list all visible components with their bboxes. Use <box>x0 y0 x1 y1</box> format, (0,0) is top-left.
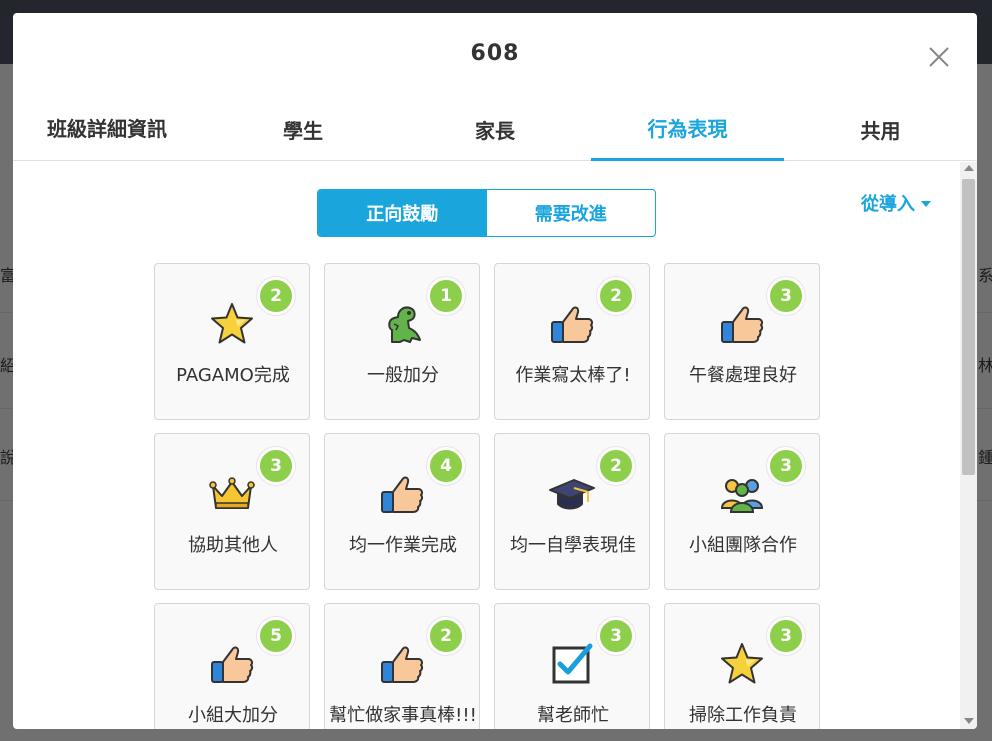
behavior-label: 掃除工作負責 <box>689 705 797 726</box>
modal-tabs: 班級詳細資訊 學生 家長 行為表現 共用 <box>13 97 977 161</box>
star-icon <box>208 300 256 348</box>
behavior-label: 作業寫太棒了! <box>515 365 631 386</box>
behavior-type-toggle: 正向鼓勵 需要改進 <box>317 189 656 237</box>
behavior-card[interactable]: 2 均一自學表現佳 <box>494 433 650 590</box>
close-button[interactable] <box>925 43 953 71</box>
count-badge: 3 <box>767 617 805 655</box>
thumbs-up-icon <box>208 640 256 688</box>
behavior-card[interactable]: 2 PAGAMO完成 <box>154 263 310 420</box>
count-badge: 3 <box>767 447 805 485</box>
graduation-cap-icon <box>548 470 596 518</box>
behavior-label: 幫忙做家事真棒!!! <box>329 705 477 726</box>
thumbs-up-icon <box>378 640 426 688</box>
background-text: 林 <box>978 356 992 375</box>
scrollbar-thumb[interactable] <box>962 179 975 475</box>
close-icon <box>929 47 949 67</box>
scroll-down-arrow-icon[interactable] <box>964 718 974 724</box>
tab-behavior[interactable]: 行為表現 <box>591 97 784 161</box>
behavior-card[interactable]: 3 掃除工作負責 <box>664 603 820 729</box>
behavior-label: 小組團隊合作 <box>689 535 797 556</box>
count-badge: 4 <box>427 447 465 485</box>
behavior-label: 均一作業完成 <box>349 535 457 556</box>
count-badge: 2 <box>257 277 295 315</box>
behavior-card[interactable]: 2 作業寫太棒了! <box>494 263 650 420</box>
count-badge: 3 <box>597 617 635 655</box>
import-dropdown[interactable]: 從導入 <box>861 190 931 216</box>
tab-class-details[interactable]: 班級詳細資訊 <box>47 97 177 161</box>
team-icon <box>718 470 766 518</box>
tab-parents[interactable]: 家長 <box>399 97 591 161</box>
caret-down-icon <box>921 201 931 207</box>
scrollbar[interactable] <box>960 162 977 729</box>
behavior-card[interactable]: 3 協助其他人 <box>154 433 310 590</box>
count-badge: 2 <box>597 447 635 485</box>
crown-icon <box>208 470 256 518</box>
count-badge: 3 <box>767 277 805 315</box>
behavior-label: 均一自學表現佳 <box>510 535 636 556</box>
behavior-card[interactable]: 3 午餐處理良好 <box>664 263 820 420</box>
behavior-card[interactable]: 1 一般加分 <box>324 263 480 420</box>
scroll-up-arrow-icon[interactable] <box>964 165 974 171</box>
checkbox-icon <box>548 640 596 688</box>
tab-students[interactable]: 學生 <box>207 97 399 161</box>
behavior-card[interactable]: 3 小組團隊合作 <box>664 433 820 590</box>
behavior-card[interactable]: 5 小組大加分 <box>154 603 310 729</box>
star-icon <box>718 640 766 688</box>
count-badge: 2 <box>597 277 635 315</box>
count-badge: 3 <box>257 447 295 485</box>
behavior-label: PAGAMO完成 <box>176 365 290 386</box>
thumbs-up-icon <box>718 300 766 348</box>
count-badge: 5 <box>257 617 295 655</box>
background-text: 系 <box>978 266 992 285</box>
count-badge: 1 <box>427 277 465 315</box>
behavior-card[interactable]: 3 幫老師忙 <box>494 603 650 729</box>
tab-shared[interactable]: 共用 <box>784 97 977 161</box>
count-badge: 2 <box>427 617 465 655</box>
behavior-label: 午餐處理良好 <box>689 365 797 386</box>
modal-title: 608 <box>470 41 520 66</box>
dinosaur-icon <box>378 300 426 348</box>
positive-button[interactable]: 正向鼓勵 <box>318 190 487 236</box>
class-settings-modal: 608 班級詳細資訊 學生 家長 行為表現 共用 正向鼓勵 需要改進 從導入 2… <box>13 13 977 729</box>
behavior-grid: 2 PAGAMO完成 1 一般加分 2 作業寫太棒了! 3 午餐處理良好 3 協助其他人 4 均一作業… <box>154 263 824 729</box>
behavior-label: 協助其他人 <box>188 535 278 556</box>
background-text: 鍾 <box>978 448 992 467</box>
behavior-card[interactable]: 4 均一作業完成 <box>324 433 480 590</box>
behavior-label: 一般加分 <box>367 365 439 386</box>
thumbs-up-icon <box>548 300 596 348</box>
behavior-card[interactable]: 2 幫忙做家事真棒!!! <box>324 603 480 729</box>
needs-improvement-button[interactable]: 需要改進 <box>487 190 656 236</box>
behavior-content: 正向鼓勵 需要改進 從導入 2 PAGAMO完成 1 一般加分 2 作業寫太棒了! 3 午餐處… <box>13 162 960 729</box>
behavior-label: 小組大加分 <box>188 705 278 726</box>
behavior-label: 幫老師忙 <box>537 705 609 726</box>
thumbs-up-icon <box>378 470 426 518</box>
import-label: 從導入 <box>861 194 915 215</box>
